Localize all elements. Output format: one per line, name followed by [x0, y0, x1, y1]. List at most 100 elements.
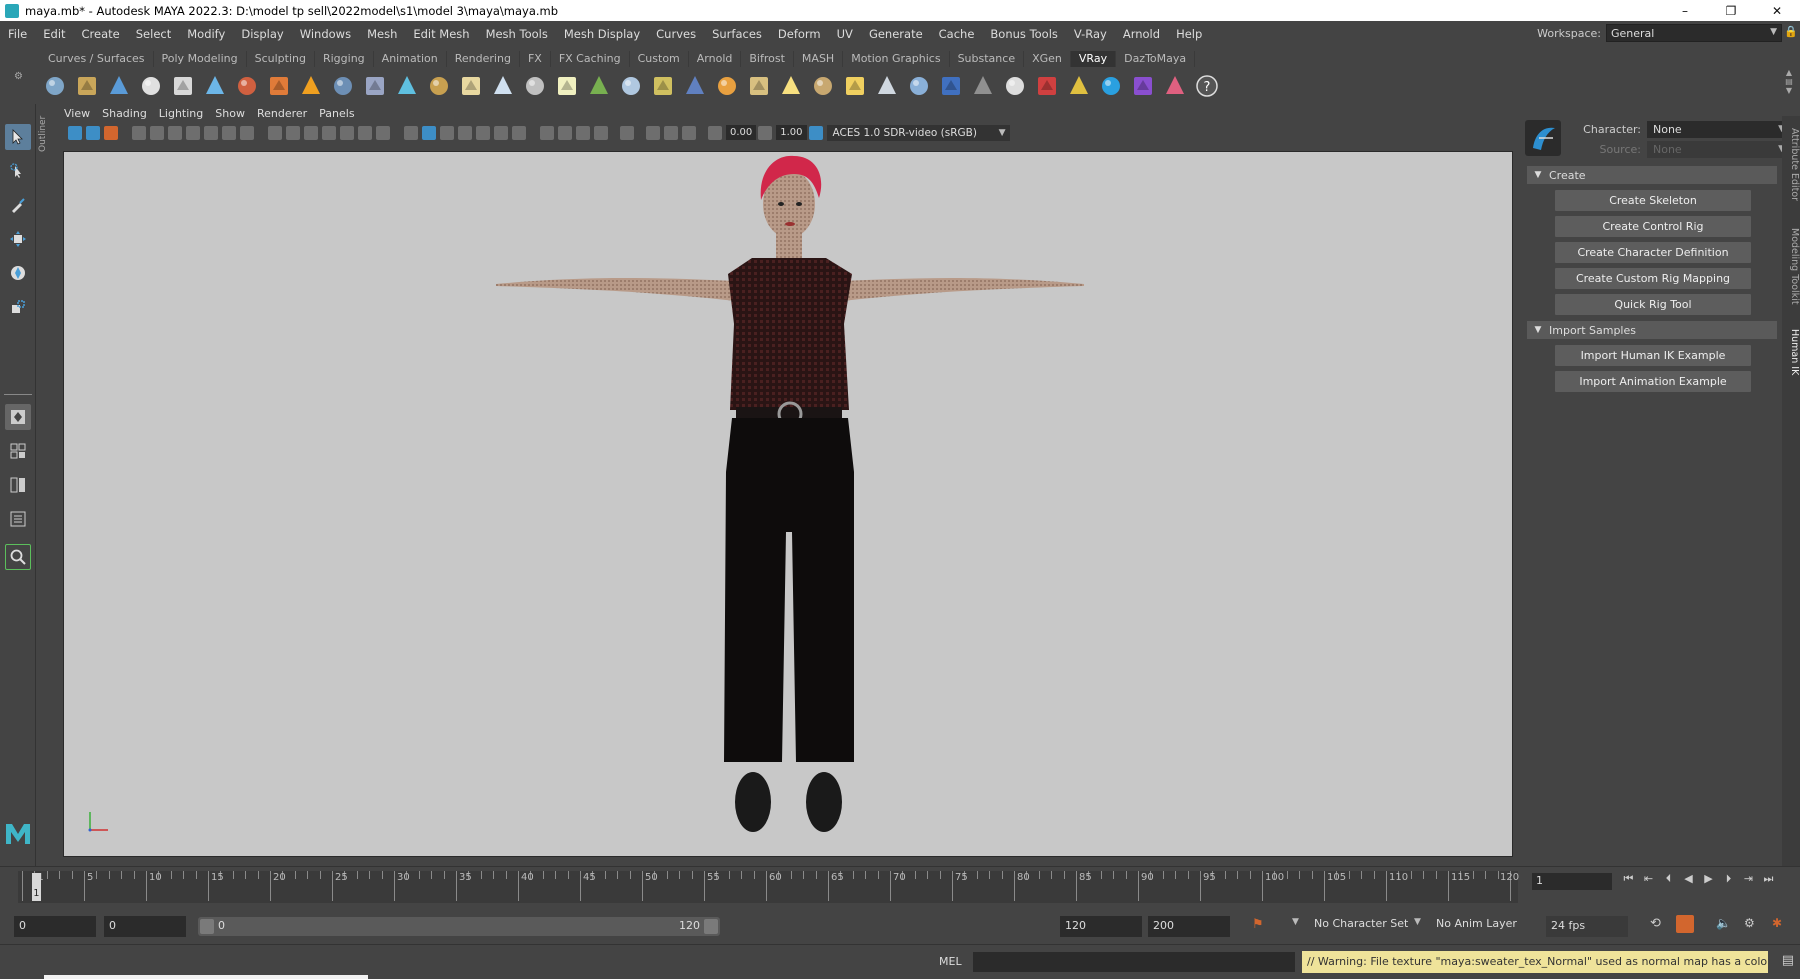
play-backwards-icon[interactable]: ◀ [1680, 870, 1697, 887]
rotate-tool-icon[interactable] [5, 260, 31, 286]
vray-fire-icon[interactable] [296, 72, 325, 101]
two-view-layout-icon[interactable] [5, 472, 31, 498]
isolate-icon[interactable] [204, 125, 218, 140]
exposure-icon[interactable] [708, 125, 722, 140]
ambient-occlusion-icon[interactable] [540, 125, 554, 140]
view-transform-dropdown[interactable]: ACES 1.0 SDR-video (sRGB) [826, 124, 1010, 141]
vray-omni-icon[interactable] [808, 72, 837, 101]
menu-generate[interactable]: Generate [861, 27, 931, 41]
character-dropdown[interactable]: None [1647, 121, 1789, 138]
create-skeleton-button[interactable]: Create Skeleton [1555, 190, 1751, 211]
vray-mesh-light-icon[interactable] [392, 72, 421, 101]
step-forward-key-icon[interactable]: ⇥ [1740, 870, 1757, 887]
vray-material-icon[interactable] [232, 72, 261, 101]
vray-checker-icon[interactable] [1000, 72, 1029, 101]
animation-start-field[interactable]: 0 [104, 916, 186, 937]
lock-camera-icon[interactable] [186, 125, 200, 140]
quick-rig-tool-button[interactable]: Quick Rig Tool [1555, 294, 1751, 315]
menu-help[interactable]: Help [1168, 27, 1210, 41]
step-back-frame-icon[interactable]: ⏴ [1660, 870, 1677, 887]
menu-surfaces[interactable]: Surfaces [704, 27, 770, 41]
depth-of-field-icon[interactable] [594, 125, 608, 140]
gamma-icon[interactable] [758, 125, 773, 140]
menu-create[interactable]: Create [74, 27, 128, 41]
frame-selection-icon[interactable] [664, 125, 678, 140]
shelf-tab[interactable]: Rigging [315, 51, 374, 67]
vray-dome-icon[interactable] [488, 72, 517, 101]
help-icon[interactable]: ? [1192, 72, 1221, 101]
attribute-editor-tab[interactable]: Attribute Editor [1782, 120, 1800, 210]
scale-tool-icon[interactable] [5, 294, 31, 320]
go-to-start-icon[interactable]: ⏮ [1620, 870, 1637, 887]
vray-scatter-icon[interactable] [424, 72, 453, 101]
single-perspective-layout-icon[interactable] [5, 404, 31, 430]
time-slider-track[interactable]: 1510152025303540455055606570758085909510… [18, 871, 1519, 903]
shelf-tab[interactable]: Motion Graphics [843, 51, 950, 67]
shelf-tab[interactable]: Arnold [689, 51, 742, 67]
shelf-tab[interactable]: DazToMaya [1116, 51, 1196, 67]
import-animation-example-button[interactable]: Import Animation Example [1555, 371, 1751, 392]
menu-select[interactable]: Select [128, 27, 179, 41]
menu-curves[interactable]: Curves [648, 27, 704, 41]
vray-mtl-icon[interactable] [264, 72, 293, 101]
shelf-tab-active[interactable]: VRay [1070, 51, 1117, 67]
anti-aliasing-icon[interactable] [576, 125, 590, 140]
playback-end-field[interactable]: 120 [1060, 916, 1142, 937]
menu-windows[interactable]: Windows [292, 27, 359, 41]
animation-end-field[interactable]: 200 [1148, 916, 1230, 937]
scene-start-field[interactable]: 0 [14, 916, 96, 937]
animation-preferences-icon[interactable]: ⚙ [1744, 916, 1755, 930]
xray-icon[interactable] [222, 125, 236, 140]
vray-grass-icon[interactable] [584, 72, 613, 101]
menu-cache[interactable]: Cache [931, 27, 983, 41]
paint-select-tool-icon[interactable] [5, 192, 31, 218]
vray-dome-light-icon[interactable] [712, 72, 741, 101]
exposure-field[interactable]: 0.00 [726, 125, 757, 140]
panel-menu-lighting[interactable]: Lighting [153, 107, 209, 120]
vray-render-icon[interactable] [40, 72, 69, 101]
safe-action-icon[interactable] [358, 125, 372, 140]
shadows-icon[interactable] [512, 125, 526, 140]
menu-edit[interactable]: Edit [35, 27, 73, 41]
create-character-definition-button[interactable]: Create Character Definition [1555, 242, 1751, 263]
script-editor-icon[interactable]: ▤ [1782, 953, 1794, 968]
gamma-field[interactable]: 1.00 [776, 125, 807, 140]
vray-frame-buffer-icon[interactable] [104, 72, 133, 101]
xray-joints-icon[interactable] [682, 125, 696, 140]
menu-arnold[interactable]: Arnold [1115, 27, 1168, 41]
panel-menu-show[interactable]: Show [209, 107, 251, 120]
anim-layer-label[interactable]: No Anim Layer [1436, 917, 1517, 930]
2d-pan-zoom-icon[interactable] [150, 125, 164, 140]
wireframe-shading-icon[interactable] [404, 125, 418, 140]
script-language-toggle[interactable]: MEL [939, 955, 962, 968]
range-start-handle[interactable] [200, 919, 214, 934]
vray-blend-icon[interactable] [968, 72, 997, 101]
menu-vray[interactable]: V-Ray [1066, 27, 1115, 41]
vray-sphere-icon[interactable] [680, 72, 709, 101]
shelf-scroll[interactable]: ▲ ▤ ▼ [1784, 68, 1794, 104]
vray-sun-icon[interactable] [552, 72, 581, 101]
lock-icon[interactable]: 🔒 [1784, 25, 1798, 39]
vray-settings-icon[interactable] [168, 72, 197, 101]
human-ik-logo-icon[interactable] [1525, 120, 1561, 156]
anim-layer-dropdown-arrow-icon[interactable]: ▼ [1414, 917, 1421, 927]
create-custom-rig-mapping-button[interactable]: Create Custom Rig Mapping [1555, 268, 1751, 289]
shelf-tab[interactable]: Sculpting [247, 51, 315, 67]
panel-menu-view[interactable]: View [58, 107, 96, 120]
import-human-ik-example-button[interactable]: Import Human IK Example [1555, 345, 1751, 366]
vray-ball-icon[interactable] [936, 72, 965, 101]
vray-ipr-icon[interactable] [72, 72, 101, 101]
wireframe-on-shaded-icon[interactable] [458, 125, 472, 140]
shelf-tab[interactable]: XGen [1024, 51, 1071, 67]
grid-icon[interactable] [268, 125, 282, 140]
lasso-tool-icon[interactable] [5, 158, 31, 184]
menu-deform[interactable]: Deform [770, 27, 829, 41]
panel-menu-shading[interactable]: Shading [96, 107, 153, 120]
menu-file[interactable]: File [0, 27, 35, 41]
vray-vfb-icon[interactable] [1032, 72, 1061, 101]
camera-select-icon[interactable] [68, 125, 82, 140]
motion-blur-icon[interactable] [558, 125, 572, 140]
shelf-tab[interactable]: Substance [950, 51, 1025, 67]
character-set-dropdown-arrow-icon[interactable]: ▼ [1292, 917, 1299, 927]
vray-cloud-icon[interactable] [1096, 72, 1125, 101]
